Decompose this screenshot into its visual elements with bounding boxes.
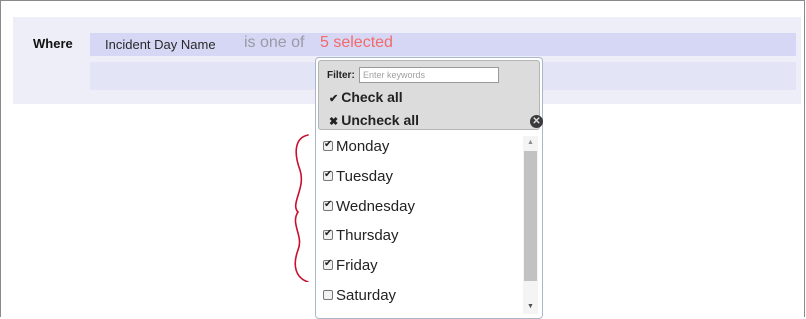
scroll-down-arrow-icon[interactable]: ▼ xyxy=(523,300,538,314)
field-name[interactable]: Incident Day Name xyxy=(105,37,216,52)
option-checkbox[interactable] xyxy=(323,169,333,181)
option-wednesday[interactable]: Wednesday xyxy=(323,195,415,217)
option-thursday[interactable]: Thursday xyxy=(323,224,399,246)
option-tuesday[interactable]: Tuesday xyxy=(323,165,393,187)
options-scrollbar[interactable]: ▲ ▼ xyxy=(523,136,538,314)
check-all-button[interactable]: ✔ Check all xyxy=(329,89,403,105)
close-icon[interactable]: ✕ xyxy=(530,115,543,128)
red-brace-annotation xyxy=(294,134,309,282)
brace-path xyxy=(294,134,309,282)
option-checkbox[interactable] xyxy=(323,228,333,240)
checkmark-icon: ✔ xyxy=(329,93,339,105)
multiselect-dropdown: Filter: ✔Check all ✖Uncheck all ✕ Monday… xyxy=(315,57,543,319)
option-label: Monday xyxy=(336,137,390,155)
options-list: Monday Tuesday Wednesday Thursday Friday… xyxy=(318,135,520,315)
scroll-thumb[interactable] xyxy=(524,151,537,281)
cross-icon: ✖ xyxy=(329,116,339,128)
option-checkbox[interactable] xyxy=(323,139,333,151)
option-label: Saturday xyxy=(336,286,397,304)
operator-label[interactable]: is one of xyxy=(244,34,304,52)
option-label: Friday xyxy=(336,256,378,274)
option-label: Thursday xyxy=(336,226,399,244)
where-label: Where xyxy=(33,36,73,51)
uncheck-all-button[interactable]: ✖ Uncheck all xyxy=(329,112,419,128)
option-checkbox[interactable] xyxy=(323,199,333,211)
filter-label: Filter: xyxy=(327,70,355,81)
selection-summary[interactable]: 5 selected xyxy=(320,34,393,52)
check-all-label: Check all xyxy=(341,89,403,105)
option-saturday[interactable]: Saturday xyxy=(323,284,396,306)
option-checkbox[interactable] xyxy=(323,258,333,270)
filter-input[interactable] xyxy=(359,67,499,83)
option-monday[interactable]: Monday xyxy=(323,135,389,157)
uncheck-all-label: Uncheck all xyxy=(341,112,420,128)
option-label: Wednesday xyxy=(336,197,415,215)
scroll-up-arrow-icon[interactable]: ▲ xyxy=(523,136,538,150)
option-friday[interactable]: Friday xyxy=(323,254,378,276)
option-checkbox[interactable] xyxy=(323,290,333,300)
option-label: Tuesday xyxy=(336,167,393,185)
dropdown-header: Filter: ✔Check all ✖Uncheck all ✕ xyxy=(318,60,543,130)
